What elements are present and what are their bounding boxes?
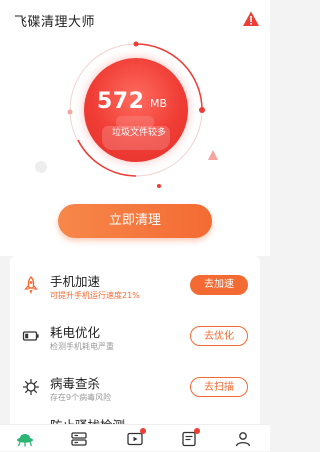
clean-now-button[interactable]: 立即清理 [58, 204, 212, 238]
feature-item-boost[interactable]: 手机加速 可提升手机运行速度21% 去加速 [10, 262, 260, 306]
feature-list: 手机加速 可提升手机运行速度21% 去加速 耗电优化 检测手机耗电严重 去优化 … [10, 256, 260, 431]
app-title: 飞碟清理大师 [14, 15, 96, 30]
bubble-decoration [35, 161, 47, 173]
notification-badge [194, 428, 200, 434]
notification-badge [140, 428, 146, 434]
hero-panel: 飞碟清理大师 572 MB 垃圾文件较多 立即清理 [0, 0, 270, 256]
feature-desc: 存在9个病毒风险 [50, 393, 112, 402]
feature-desc: 可提升手机运行速度21% [50, 291, 140, 300]
feature-desc: 检测手机耗电严重 [50, 342, 114, 351]
warning-icon[interactable] [242, 10, 260, 28]
feature-item-virus[interactable]: 病毒查杀 存在9个病毒风险 去扫描 [10, 364, 260, 408]
virus-icon [23, 379, 39, 395]
scan-button[interactable]: 去扫描 [190, 377, 248, 397]
feature-title: 耗电优化 [50, 325, 101, 340]
feature-item-battery[interactable]: 耗电优化 检测手机耗电严重 去优化 [10, 313, 260, 357]
feature-title: 手机加速 [50, 274, 101, 289]
junk-caption: 垃圾文件较多 [111, 128, 166, 138]
notes-tab[interactable] [180, 428, 200, 448]
battery-icon [22, 331, 39, 341]
boost-button[interactable]: 去加速 [190, 275, 248, 295]
rocket-icon [24, 276, 38, 294]
feature-title: 病毒查杀 [50, 376, 101, 391]
bottom-nav [0, 424, 270, 451]
junk-size-value: 572 [97, 89, 145, 114]
triangle-decoration [208, 150, 218, 160]
storage-icon[interactable] [70, 430, 88, 448]
junk-size-unit: MB [150, 97, 168, 110]
dot-decoration [157, 184, 161, 188]
optimize-button[interactable]: 去优化 [190, 326, 248, 346]
user-icon[interactable] [234, 430, 252, 448]
video-tab[interactable] [126, 428, 146, 448]
ufo-icon[interactable] [16, 430, 34, 448]
